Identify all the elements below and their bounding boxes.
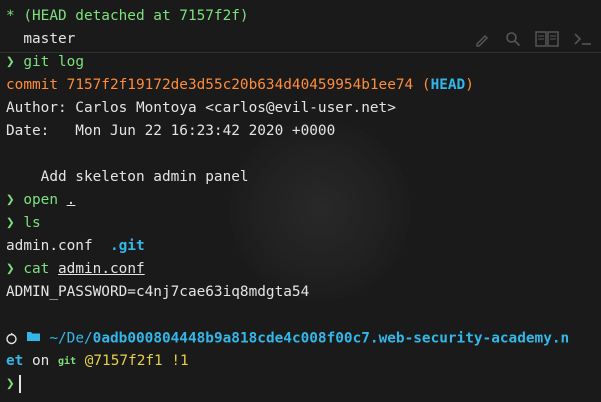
git-status: !1 [162, 353, 189, 369]
prompt-symbol: ❯ [6, 376, 15, 392]
prompt-line-1: ~/De/0adb000804448b9a818cde4c008f00c7.we… [6, 327, 595, 350]
cat-output: ADMIN_PASSWORD=c4nj7cae63iq8mdgta54 [6, 284, 310, 300]
commit-label: commit [6, 77, 58, 93]
prompt-symbol: ❯ [6, 54, 15, 70]
prompt-symbol: ❯ [6, 215, 15, 231]
prompt-symbol: ❯ [6, 192, 15, 208]
author-line: Author: Carlos Montoya <carlos@evil-user… [6, 100, 396, 116]
command-arg: admin.conf [58, 261, 145, 277]
command-text: cat [23, 261, 50, 277]
branch-current: * (HEAD detached at 7157f2f) [6, 8, 249, 24]
command-text: open [23, 192, 58, 208]
head-close: ) [465, 77, 474, 93]
commit-line: commit 7157f2f19172de3d55c20b634d4045995… [6, 74, 595, 97]
prompt-symbol: ❯ [6, 261, 15, 277]
path-dir-part2: et [6, 353, 24, 369]
branch-master: master [6, 31, 76, 47]
date-line: Date: Mon Jun 22 16:23:42 2020 +0000 [6, 123, 336, 139]
on-text: on [23, 353, 58, 369]
commit-message: Add skeleton admin panel [6, 169, 249, 185]
dir-git: .git [109, 238, 145, 254]
git-icon: git [57, 356, 77, 367]
command-line-ls: ❯ ls [6, 212, 595, 235]
head-open: ( [421, 77, 431, 93]
command-line-open: ❯ open . [6, 189, 595, 212]
terminal-output[interactable]: * (HEAD detached at 7157f2f) master ❯ gi… [6, 5, 595, 396]
command-text: git log [23, 54, 84, 70]
path-dir-part1: 0adb000804448b9a818cde4c008f00c7.web-sec… [92, 330, 570, 347]
command-arg: . [66, 192, 76, 208]
file-admin-conf: admin.conf [6, 238, 93, 254]
folder-icon [26, 327, 41, 350]
ls-output: admin.conf .git [6, 235, 595, 258]
path-prefix: ~/De/ [49, 330, 93, 347]
input-line[interactable]: ❯ [6, 373, 595, 396]
command-text: ls [23, 215, 41, 231]
apple-icon [6, 331, 17, 347]
command-line-git-log: ❯ git log [6, 51, 595, 74]
commit-ref: @7157f2f1 [76, 353, 163, 369]
text-cursor [18, 375, 21, 393]
command-line-cat: ❯ cat admin.conf [6, 258, 595, 281]
prompt-line-2: et on git @7157f2f1 !1 [6, 350, 595, 373]
head-ref: HEAD [430, 77, 466, 93]
commit-hash: 7157f2f19172de3d55c20b634d40459954b1ee74 [66, 77, 414, 93]
